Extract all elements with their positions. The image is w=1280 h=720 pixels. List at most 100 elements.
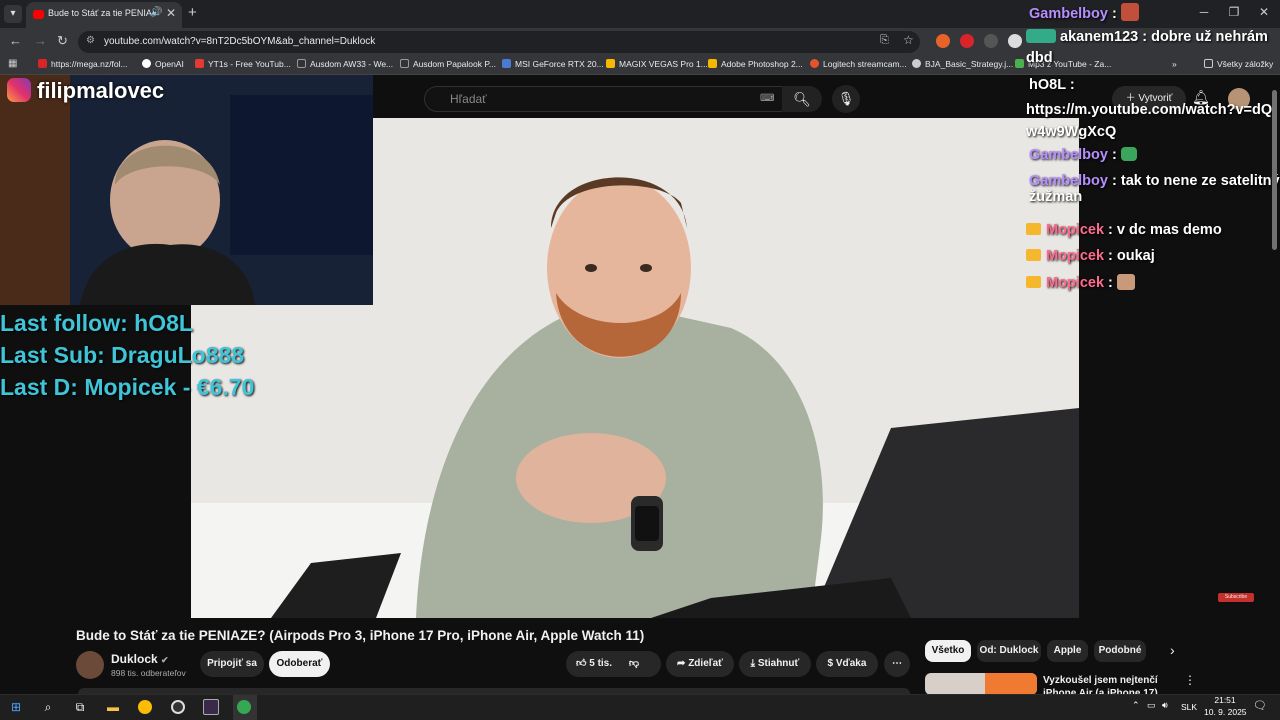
chrome-icon[interactable] [138, 700, 152, 714]
recommended-thumbnail[interactable] [925, 673, 1037, 695]
mega-icon [38, 59, 47, 68]
tray-chevron-icon[interactable]: ⌃ [1132, 700, 1140, 711]
app-icon[interactable] [203, 699, 219, 715]
tab-audio-icon[interactable]: 🔊 [150, 7, 162, 18]
scrollbar[interactable] [1272, 90, 1277, 250]
browser-tab-active[interactable]: Bude to Stáť za tie PENIAZE? (Airpods Pr… [26, 2, 182, 28]
tab-close-button[interactable]: ✕ [166, 6, 176, 20]
instagram-handle: filipmalovec [7, 78, 164, 104]
folder-icon [1204, 59, 1213, 68]
subscriber-count: 898 tis. odberateľov [111, 668, 186, 678]
volume-icon[interactable]: 🔊︎ [1162, 700, 1168, 711]
search-button[interactable]: 🔍︎ [782, 86, 822, 112]
emote-icon [1120, 147, 1137, 161]
thumbs-up-icon: 👍︎ [576, 658, 587, 669]
apps-grid-icon[interactable]: ▦ [8, 58, 17, 69]
bookmarks-overflow-icon[interactable]: » [1172, 59, 1177, 69]
bookmark-item[interactable]: YT1s - Free YouTub... [195, 59, 291, 69]
task-view-icon[interactable]: ⧉ [72, 699, 88, 715]
language-indicator[interactable]: SLK [1181, 702, 1197, 712]
search-icon[interactable]: ⌕ [40, 699, 56, 715]
msi-star-icon [502, 59, 511, 68]
chat-message: Mopicek : v dc mas demo [1026, 222, 1222, 238]
bookmark-item[interactable]: OpenAI [142, 59, 184, 69]
share-icon: ➦ [677, 658, 689, 669]
more-vert-icon[interactable]: ⋮ [1184, 673, 1196, 687]
chat-message: Gambelboy : tak to nene ze satelitný žuž… [1029, 173, 1280, 205]
bookmark-item[interactable]: https://mega.nz/fol... [38, 59, 128, 69]
chip-apple[interactable]: Apple [1047, 640, 1088, 662]
bookmark-item[interactable]: Ausdom AW33 - We... [297, 59, 393, 69]
subscribe-button[interactable]: Odoberať [269, 651, 330, 677]
badge-icon [1026, 29, 1056, 43]
clock-time[interactable]: 21:51 [1208, 695, 1242, 705]
bookmark-item[interactable]: Adobe Photoshop 2... [708, 59, 803, 69]
extension-icon[interactable] [960, 34, 974, 48]
chat-link[interactable]: https://m.youtube.com/watch?v=dQw4w9WgXc… [1026, 99, 1276, 143]
notification-center-icon[interactable]: 🗨︎ [1253, 699, 1267, 712]
extension-icon[interactable] [936, 34, 950, 48]
subscribe-watermark[interactable]: Subscribe [1218, 593, 1254, 602]
address-bar[interactable]: ⚙ youtube.com/watch?v=8nT2Dc5bOYM&ab_cha… [78, 31, 920, 53]
download-icon: ⤓ [750, 658, 758, 669]
chrome-icon[interactable] [237, 700, 251, 714]
obs-icon[interactable] [171, 700, 185, 714]
bookmark-star-icon[interactable]: ☆ [903, 33, 914, 47]
bookmark-item[interactable]: Logitech streamcam... [810, 59, 907, 69]
all-bookmarks[interactable]: Všetky záložky [1204, 59, 1273, 69]
wikipedia-icon [912, 59, 921, 68]
site-info-icon[interactable]: ⚙ [86, 35, 95, 46]
chat-message: Mopicek : oukaj [1026, 248, 1155, 264]
chat-message: Gambelboy : [1029, 3, 1139, 22]
bookmark-item[interactable]: BJA_Basic_Strategy.j... [912, 59, 1013, 69]
maximize-button[interactable]: ❐ [1224, 5, 1244, 19]
chat-message: dbd [1026, 50, 1053, 66]
forward-icon[interactable]: → [34, 33, 47, 48]
tab-search-button[interactable]: ▾ [4, 5, 22, 23]
windows-start-icon[interactable]: ⊞ [8, 699, 24, 715]
file-explorer-icon[interactable]: ▬ [105, 699, 121, 715]
bookmark-item[interactable]: MSI GeForce RTX 20... [502, 59, 604, 69]
verified-icon: ✔ [161, 655, 169, 665]
like-button[interactable]: 👍︎ 5 tis. [576, 658, 612, 669]
share-button[interactable]: ➦ Zdieľať [666, 651, 734, 677]
network-icon[interactable]: ▭ [1147, 700, 1156, 711]
chat-message: Mopicek : [1026, 274, 1135, 291]
openai-icon [142, 59, 151, 68]
reload-icon[interactable]: ↻ [57, 33, 68, 49]
yt1s-icon [195, 59, 204, 68]
emote-icon [1116, 274, 1135, 290]
more-actions-button[interactable]: ⋯ [884, 651, 910, 677]
channel-avatar[interactable] [76, 651, 104, 679]
new-tab-button[interactable]: + [188, 4, 197, 21]
bookmark-item[interactable]: MAGIX VEGAS Pro 1... [606, 59, 708, 69]
thanks-button[interactable]: $ Vďaka [816, 651, 878, 677]
chip-from-channel[interactable]: Od: Duklock [977, 640, 1041, 662]
last-sub: Last Sub: DraguLo888 [0, 342, 245, 368]
channel-name[interactable]: Duklock ✔ [111, 652, 169, 666]
clock-date[interactable]: 10. 9. 2025 [1204, 707, 1247, 717]
chip-related[interactable]: Podobné [1094, 640, 1146, 662]
emote-icon [1120, 3, 1139, 21]
extension-icon[interactable] [1008, 34, 1022, 48]
video-title: Bude to Stáť za tie PENIAZE? (Airpods Pr… [76, 628, 645, 643]
keyboard-icon[interactable]: ⌨ [760, 93, 774, 104]
chat-wrap [1026, 195, 1027, 196]
dislike-button[interactable]: 👎︎ [629, 658, 639, 669]
voice-search-button[interactable]: 🎙︎ [832, 85, 860, 113]
bookmark-item[interactable]: Ausdom Papalook P... [400, 59, 496, 69]
join-button[interactable]: Pripojiť sa [200, 651, 264, 677]
extension-icon[interactable] [984, 34, 998, 48]
download-button[interactable]: ⤓ Stiahnuť [739, 651, 811, 677]
chip-all[interactable]: Všetko [925, 640, 971, 662]
minimize-button[interactable]: ─ [1194, 5, 1214, 19]
amazon-icon [297, 59, 306, 68]
tab-title: Bude to Stáť za tie PENIAZE? (Airpods Pr… [48, 8, 152, 18]
like-dislike-group: 👍︎ 5 tis. 👎︎ [566, 651, 661, 677]
chevron-right-icon[interactable]: › [1170, 642, 1175, 658]
instagram-icon [7, 78, 31, 102]
back-icon[interactable]: ← [9, 33, 22, 48]
mp3-icon [1015, 59, 1024, 68]
install-app-icon[interactable]: ⎘ [880, 34, 889, 47]
close-window-button[interactable]: ✕ [1254, 5, 1274, 19]
